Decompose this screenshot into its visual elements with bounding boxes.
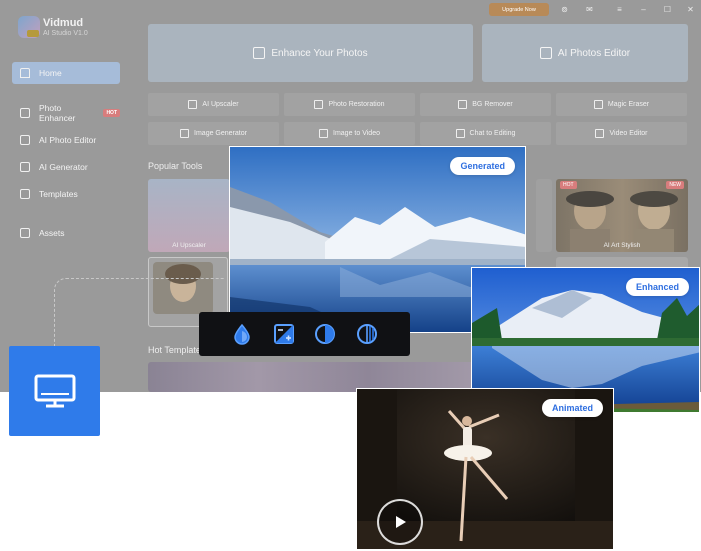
exposure-button[interactable]: [271, 321, 297, 347]
ai-photos-editor-label: AI Photos Editor: [557, 47, 631, 59]
adjustment-toolbar: [199, 312, 410, 356]
sidebar-item-label: Home: [39, 68, 62, 78]
video-icon: [319, 129, 329, 138]
sidebar-item-home[interactable]: Home: [12, 62, 120, 84]
sidebar-item-assets[interactable]: Assets: [12, 222, 120, 244]
bg-remove-icon: [458, 100, 468, 109]
support-icon[interactable]: ⊚: [560, 5, 569, 14]
brand-name: Vidmud: [43, 17, 84, 29]
tool-label: AI Upscaler: [202, 101, 239, 108]
sidebar-item-label: Templates: [39, 189, 78, 199]
restore-icon: [314, 100, 324, 109]
tool-label: Video Editor: [609, 130, 648, 137]
tool-ai-upscaler[interactable]: AI Upscaler: [148, 93, 279, 116]
contrast-icon: [315, 324, 336, 344]
magic-wand-icon: [20, 108, 30, 118]
tool-photo-restoration[interactable]: Photo Restoration: [284, 93, 415, 116]
sidebar-item-photo-enhancer[interactable]: Photo Enhancer HOT: [12, 102, 120, 124]
sidebar-item-label: AI Generator: [39, 162, 88, 172]
tool-label: Photo Restoration: [328, 101, 385, 108]
tool-magic-eraser[interactable]: Magic Eraser: [556, 93, 687, 116]
menu-icon[interactable]: ≡: [615, 5, 624, 14]
play-icon: [396, 516, 406, 528]
popular-card-partial[interactable]: [536, 179, 552, 252]
film-icon: [595, 129, 605, 138]
saturation-button[interactable]: [229, 321, 255, 347]
new-badge: NEW: [666, 181, 684, 189]
sparkle-image-icon: [20, 162, 30, 172]
tool-video-editor[interactable]: Video Editor: [556, 122, 687, 145]
grain-icon: [357, 324, 378, 344]
sidebar-item-templates[interactable]: Templates: [12, 183, 120, 205]
card-label: AI Upscaler: [172, 242, 206, 249]
tool-image-to-video[interactable]: Image to Video: [284, 122, 415, 145]
hot-badge: HOT: [560, 181, 577, 189]
chat-icon: [455, 129, 465, 138]
image-gen-icon: [180, 129, 190, 138]
edit-icon: [539, 47, 552, 59]
tool-label: Image Generator: [194, 130, 247, 137]
eraser-icon: [593, 100, 603, 109]
ai-photos-editor-button[interactable]: AI Photos Editor: [482, 24, 688, 82]
tool-label: Image to Video: [333, 130, 380, 137]
exposure-icon: [273, 324, 294, 344]
sidebar-item-label: Assets: [39, 228, 65, 238]
desktop-tile: [9, 346, 100, 436]
maximize-icon[interactable]: ☐: [663, 5, 672, 14]
play-button[interactable]: [377, 499, 423, 545]
hot-badge: HOT: [103, 109, 120, 117]
close-icon[interactable]: ✕: [686, 5, 695, 14]
sidebar-item-label: Photo Enhancer: [39, 103, 76, 123]
upgrade-button[interactable]: Upgrade Now: [489, 3, 549, 16]
logo-badge: [27, 30, 39, 37]
tool-label: BG Remover: [472, 101, 513, 108]
folder-icon: [20, 228, 30, 238]
edit-icon: [20, 135, 30, 145]
templates-icon: [20, 189, 30, 199]
monitor-icon: [34, 374, 75, 408]
enhance-photos-button[interactable]: Enhance Your Photos: [148, 24, 473, 82]
sidebar-item-ai-photo-editor[interactable]: AI Photo Editor: [12, 129, 120, 151]
tool-label: Chat to Editing: [469, 130, 516, 137]
sidebar-item-ai-generator[interactable]: AI Generator: [12, 156, 120, 178]
upscale-icon: [188, 100, 198, 109]
sidebar-item-label: AI Photo Editor: [39, 135, 97, 145]
card-label: AI Art Stylish: [603, 242, 641, 249]
upgrade-label: Upgrade Now: [502, 6, 536, 13]
generated-badge: Generated: [450, 157, 515, 175]
magic-wand-icon: [253, 47, 266, 59]
tool-label: Magic Eraser: [607, 101, 650, 108]
popular-card-ai-upscaler[interactable]: AI Upscaler: [148, 179, 230, 252]
grain-button[interactable]: [354, 321, 380, 347]
tool-bg-remover[interactable]: BG Remover: [420, 93, 551, 116]
water-drop-icon: [234, 323, 250, 345]
animated-badge: Animated: [541, 399, 603, 417]
popular-card-ai-art-stylish[interactable]: HOT NEW AI Art Stylish: [556, 179, 688, 252]
tool-chat-to-editing[interactable]: Chat to Editing: [420, 122, 551, 145]
popular-tools-title: Popular Tools: [148, 161, 203, 171]
minimize-icon[interactable]: –: [639, 5, 648, 14]
tool-image-generator[interactable]: Image Generator: [148, 122, 279, 145]
enhance-photos-label: Enhance Your Photos: [271, 47, 368, 59]
contrast-button[interactable]: [312, 321, 338, 347]
home-icon: [20, 68, 30, 78]
enhanced-badge: Enhanced: [625, 278, 689, 296]
animated-photo: Animated: [356, 388, 614, 550]
brand-version: AI Studio V1.0: [43, 30, 88, 37]
mail-icon[interactable]: ✉: [585, 5, 594, 14]
